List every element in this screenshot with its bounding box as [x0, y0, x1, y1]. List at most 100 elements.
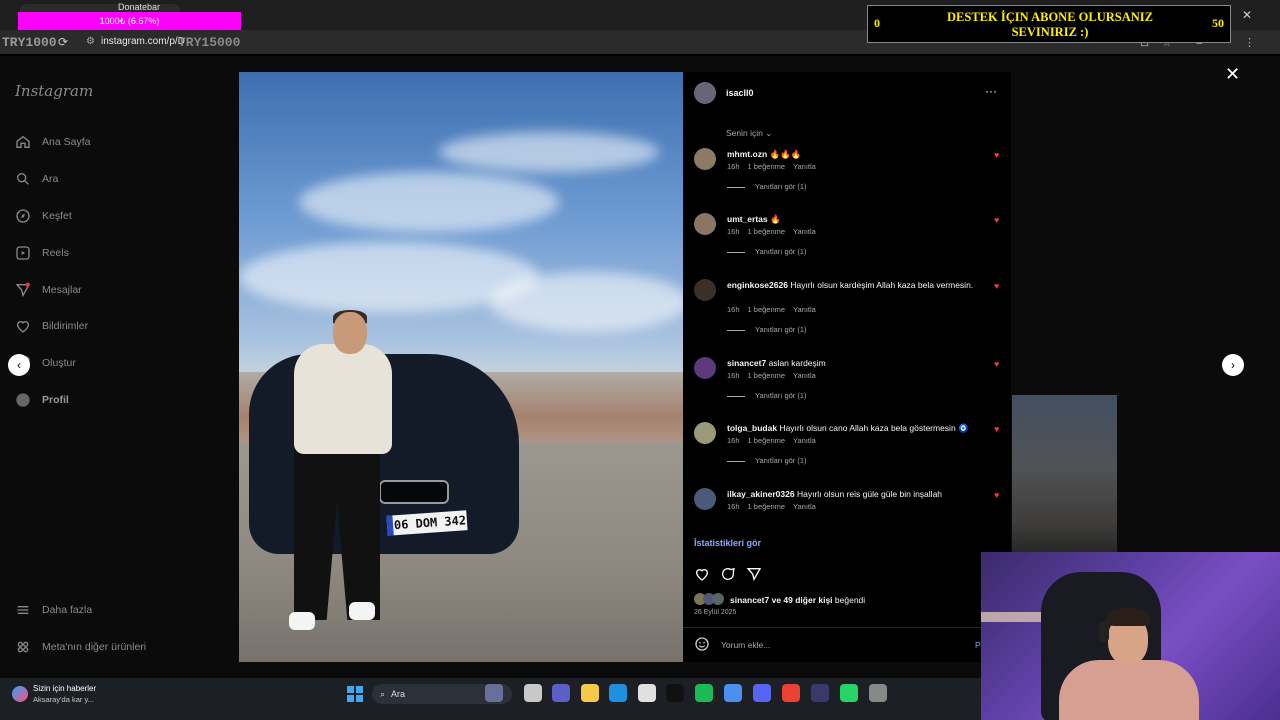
- comment-like-icon[interactable]: ♥: [994, 359, 999, 369]
- reply-button[interactable]: Yanıtla: [793, 502, 816, 511]
- edge-icon[interactable]: [581, 684, 599, 702]
- donation-message: DESTEK İÇIN ABONE OLURSANIZ SEVINIRIZ :): [947, 10, 1153, 39]
- overlay-progress-text: 1000₺ (6.67%): [99, 16, 160, 26]
- reload-icon[interactable]: ⟳: [58, 35, 68, 49]
- comment-avatar[interactable]: [694, 357, 716, 379]
- sidebar-bottom-item-1[interactable]: Daha fazla: [14, 600, 92, 620]
- reply-button[interactable]: Yanıtla: [793, 305, 816, 314]
- reply-button[interactable]: Yanıtla: [793, 227, 816, 236]
- share-icon[interactable]: [746, 566, 762, 582]
- comment-like-icon[interactable]: ♥: [994, 215, 999, 225]
- next-post-icon[interactable]: ›: [1222, 354, 1244, 376]
- comment-username[interactable]: tolga_budak: [727, 423, 777, 433]
- comment-username[interactable]: mhmt.ozn: [727, 149, 767, 159]
- comment-text: sinancet7 aslan kardeşim: [727, 357, 982, 369]
- more-options-icon[interactable]: ···: [985, 84, 997, 98]
- sidebar-item-1[interactable]: Ana Sayfa: [14, 132, 90, 152]
- comment-avatar[interactable]: [694, 488, 716, 510]
- comment-likes[interactable]: 1 beğenme: [748, 371, 786, 380]
- sidebar-item-4[interactable]: Reels: [14, 243, 69, 263]
- comment-username[interactable]: enginkose2626: [727, 280, 788, 290]
- comment-likes[interactable]: 1 beğenme: [748, 502, 786, 511]
- store-icon[interactable]: [609, 684, 627, 702]
- chrome-icon[interactable]: [753, 684, 771, 702]
- view-replies-button[interactable]: Yanıtları gör (1): [727, 391, 807, 400]
- photo-person-head: [333, 312, 367, 354]
- reply-button[interactable]: Yanıtla: [793, 162, 816, 171]
- file-explorer-icon[interactable]: [485, 684, 503, 702]
- tiktok-icon[interactable]: [638, 684, 656, 702]
- prev-post-icon[interactable]: ‹: [8, 354, 30, 376]
- menu-dots-icon[interactable]: ⋮: [1244, 36, 1255, 49]
- comment-like-icon[interactable]: ♥: [994, 281, 999, 291]
- view-replies-label: Yanıtları gör (1): [755, 391, 807, 400]
- app-icon[interactable]: [695, 684, 713, 702]
- comment-likes[interactable]: 1 beğenme: [748, 162, 786, 171]
- settings-icon[interactable]: [840, 684, 858, 702]
- photo-car-grille: [379, 480, 449, 504]
- comment-like-icon[interactable]: ♥: [994, 150, 999, 160]
- comment-likes[interactable]: 1 beğenme: [748, 305, 786, 314]
- comment-avatar[interactable]: [694, 213, 716, 235]
- reply-button[interactable]: Yanıtla: [793, 436, 816, 445]
- comment-like-icon[interactable]: ♥: [994, 490, 999, 500]
- search-icon: [14, 170, 32, 188]
- sidebar-item-3[interactable]: Keşfet: [14, 206, 72, 226]
- comment-username[interactable]: sinancet7: [727, 358, 766, 368]
- comment-icon[interactable]: [720, 566, 736, 582]
- comment-avatar[interactable]: [694, 279, 716, 301]
- comment-avatar[interactable]: [694, 422, 716, 444]
- post-photo[interactable]: 06 DOM 342: [239, 72, 683, 662]
- add-comment-input[interactable]: Yorum ekle...: [721, 640, 770, 650]
- comment-username[interactable]: ilkay_akiner0326: [727, 489, 795, 499]
- view-insights-link[interactable]: İstatistikleri gör: [694, 538, 761, 548]
- view-replies-label: Yanıtları gör (1): [755, 325, 807, 334]
- profile-icon: [14, 391, 32, 409]
- chevron-down-icon: ⌄: [765, 128, 773, 138]
- emoji-icon[interactable]: [694, 636, 710, 652]
- sidebar-item-2[interactable]: Ara: [14, 169, 58, 189]
- discord-icon[interactable]: [724, 684, 742, 702]
- meta-icon: [14, 638, 32, 656]
- site-info-icon[interactable]: ⚙: [86, 36, 95, 47]
- instagram-logo[interactable]: Instagram: [15, 82, 93, 100]
- comment-body: 🔥: [770, 214, 781, 224]
- sidebar-item-5[interactable]: Mesajlar: [14, 280, 82, 300]
- like-icon[interactable]: [694, 566, 710, 582]
- post-comment-button[interactable]: P: [975, 640, 981, 650]
- comment-likes[interactable]: 1 beğenme: [748, 227, 786, 236]
- comment-sort[interactable]: Senin için ⌄: [726, 128, 772, 139]
- view-replies-button[interactable]: Yanıtları gör (1): [727, 247, 807, 256]
- view-replies-button[interactable]: Yanıtları gör (1): [727, 456, 807, 465]
- obs-icon[interactable]: [782, 684, 800, 702]
- url-text[interactable]: ⚙ instagram.com/p/D: [86, 36, 185, 47]
- comment-likes[interactable]: 1 beğenme: [748, 436, 786, 445]
- overlay-left-text: TRY1000: [2, 35, 57, 50]
- view-replies-button[interactable]: Yanıtları gör (1): [727, 325, 807, 334]
- liked-by-text[interactable]: sinancet7 ve 49 diğer kişi beğendi: [730, 595, 865, 605]
- author-avatar[interactable]: [694, 82, 716, 104]
- sidebar-item-8[interactable]: Profil: [14, 390, 69, 410]
- sidebar-item-6[interactable]: Bildirimler: [14, 316, 88, 336]
- view-replies-label: Yanıtları gör (1): [755, 456, 807, 465]
- comment-meta: 16h 1 beğenme Yanıtla: [727, 436, 824, 445]
- comment-body: aslan kardeşim: [768, 358, 826, 368]
- author-username[interactable]: isacll0: [726, 88, 754, 98]
- comment-avatar[interactable]: [694, 148, 716, 170]
- comment-username[interactable]: umt_ertas: [727, 214, 768, 224]
- sidebar-bottom-item-2[interactable]: Meta'nın diğer ürünleri: [14, 637, 146, 657]
- next-post-preview: [1012, 395, 1117, 553]
- teams-icon[interactable]: [524, 684, 542, 702]
- windows-icon[interactable]: [346, 685, 364, 703]
- view-replies-button[interactable]: Yanıtları gör (1): [727, 182, 807, 191]
- red-app-icon[interactable]: [869, 684, 887, 702]
- folder-icon[interactable]: [552, 684, 570, 702]
- whatsapp-icon[interactable]: [811, 684, 829, 702]
- comment-time: 16h: [727, 227, 740, 236]
- spotify-icon[interactable]: [666, 684, 684, 702]
- comment-like-icon[interactable]: ♥: [994, 424, 999, 434]
- close-post-icon[interactable]: ✕: [1225, 64, 1240, 85]
- comment-text: mhmt.ozn 🔥🔥🔥: [727, 148, 982, 160]
- reply-button[interactable]: Yanıtla: [793, 371, 816, 380]
- window-close-icon[interactable]: ✕: [1242, 8, 1252, 22]
